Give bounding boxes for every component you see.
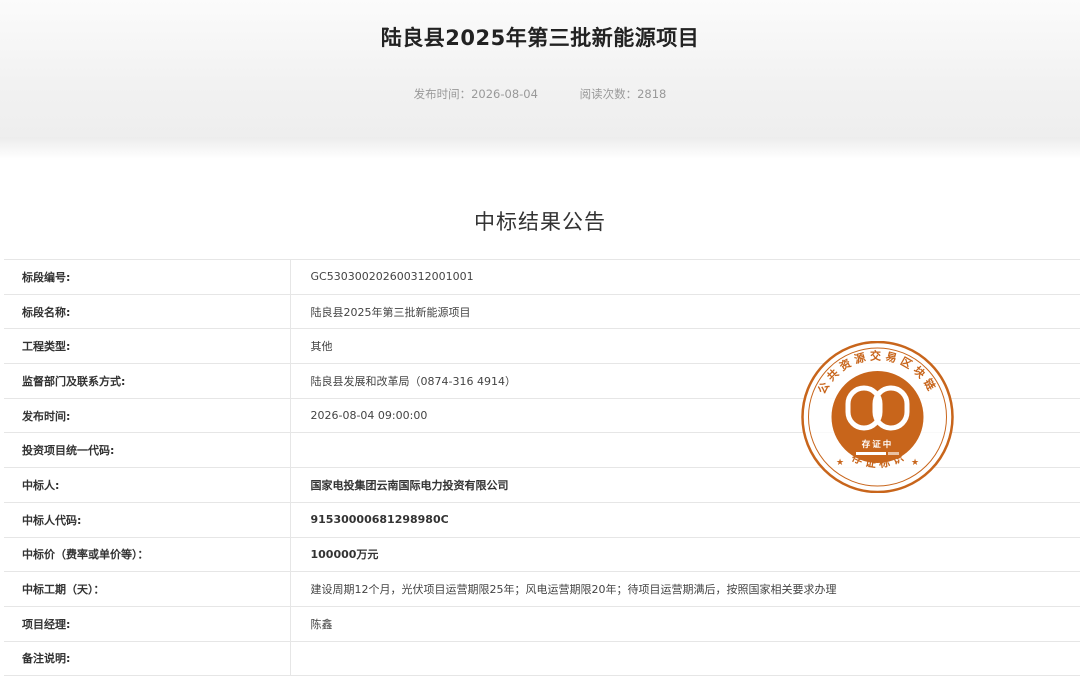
row-value [290, 640, 1080, 677]
table-row: 中标价（费率或单价等）： 100000万元 [4, 536, 1080, 573]
row-label: 中标工期（天）： [4, 571, 291, 607]
blockchain-seal-stamp: 公共资源交易区块链 ★ ★ 存 证 标 识 存证中 [801, 341, 954, 493]
row-value: 91530000681298980C [290, 501, 1080, 538]
row-value: 建设周期12个月，光伏项目运营期限25年；风电运营期限20年；待项目运营期满后，… [290, 571, 1080, 607]
row-label: 标段编号: [4, 259, 291, 295]
table-row: 项目经理: 陈鑫 [4, 605, 1080, 642]
row-value: GC5303002026003120​01001 [290, 259, 1080, 295]
row-label: 备注说明: [4, 640, 291, 677]
row-label: 中标人代码: [4, 501, 291, 538]
table-row: 标段名称: 陆良县2025年第三批新能源项目 [4, 293, 1080, 330]
svg-text:★: ★ [911, 458, 919, 468]
page-title: 陆良县2025年第三批新能源项目 [380, 26, 700, 50]
table-row: 标段编号: GC5303002026003120​01001 [4, 259, 1080, 295]
row-value: 陆良县2025年第三批新能源项目 [290, 293, 1080, 330]
page-header: 陆良县2025年第三批新能源项目 发布时间：2026-08-04 阅读次数：28… [0, 0, 1080, 137]
row-label: 投资项目统一代码: [4, 432, 291, 469]
notice-title: 中标结果公告 [474, 210, 606, 234]
row-value: 陆良县发展和改革局（0874-316 4914） [290, 363, 1080, 399]
row-label: 工程类型: [4, 328, 291, 365]
header-divider [0, 137, 1080, 159]
row-label: 项目经理: [4, 605, 291, 642]
row-value: 国家电投集团云南国际电力投资有限公司 [290, 467, 1080, 503]
meta-info: 发布时间：2026-08-04 阅读次数：2818 [0, 86, 1080, 102]
row-value: 其他 [290, 328, 1080, 365]
row-value [290, 432, 1080, 469]
row-label: 发布时间: [4, 397, 291, 434]
row-label: 中标人: [4, 467, 291, 503]
row-value: 2026-08-04 09:00:00 [290, 397, 1080, 434]
row-value: 陈鑫 [290, 605, 1080, 642]
table-row: 中标人代码: 91530000681298980C [4, 501, 1080, 538]
row-label: 监督部门及联系方式: [4, 363, 291, 399]
table-row: 中标工期（天）： 建设周期12个月，光伏项目运营期限25年；风电运营期限20年；… [4, 571, 1080, 607]
svg-text:★: ★ [836, 458, 844, 468]
row-label: 标段名称: [4, 293, 291, 330]
publish-time: 发布时间：2026-08-04 [413, 87, 538, 101]
row-label: 中标价（费率或单价等）： [4, 536, 291, 573]
row-value: 100000万元 [290, 536, 1080, 573]
seal-center-text: 存证中 [861, 439, 894, 450]
read-count: 阅读次数：2818 [579, 87, 667, 101]
table-row: 备注说明: [4, 640, 1080, 677]
